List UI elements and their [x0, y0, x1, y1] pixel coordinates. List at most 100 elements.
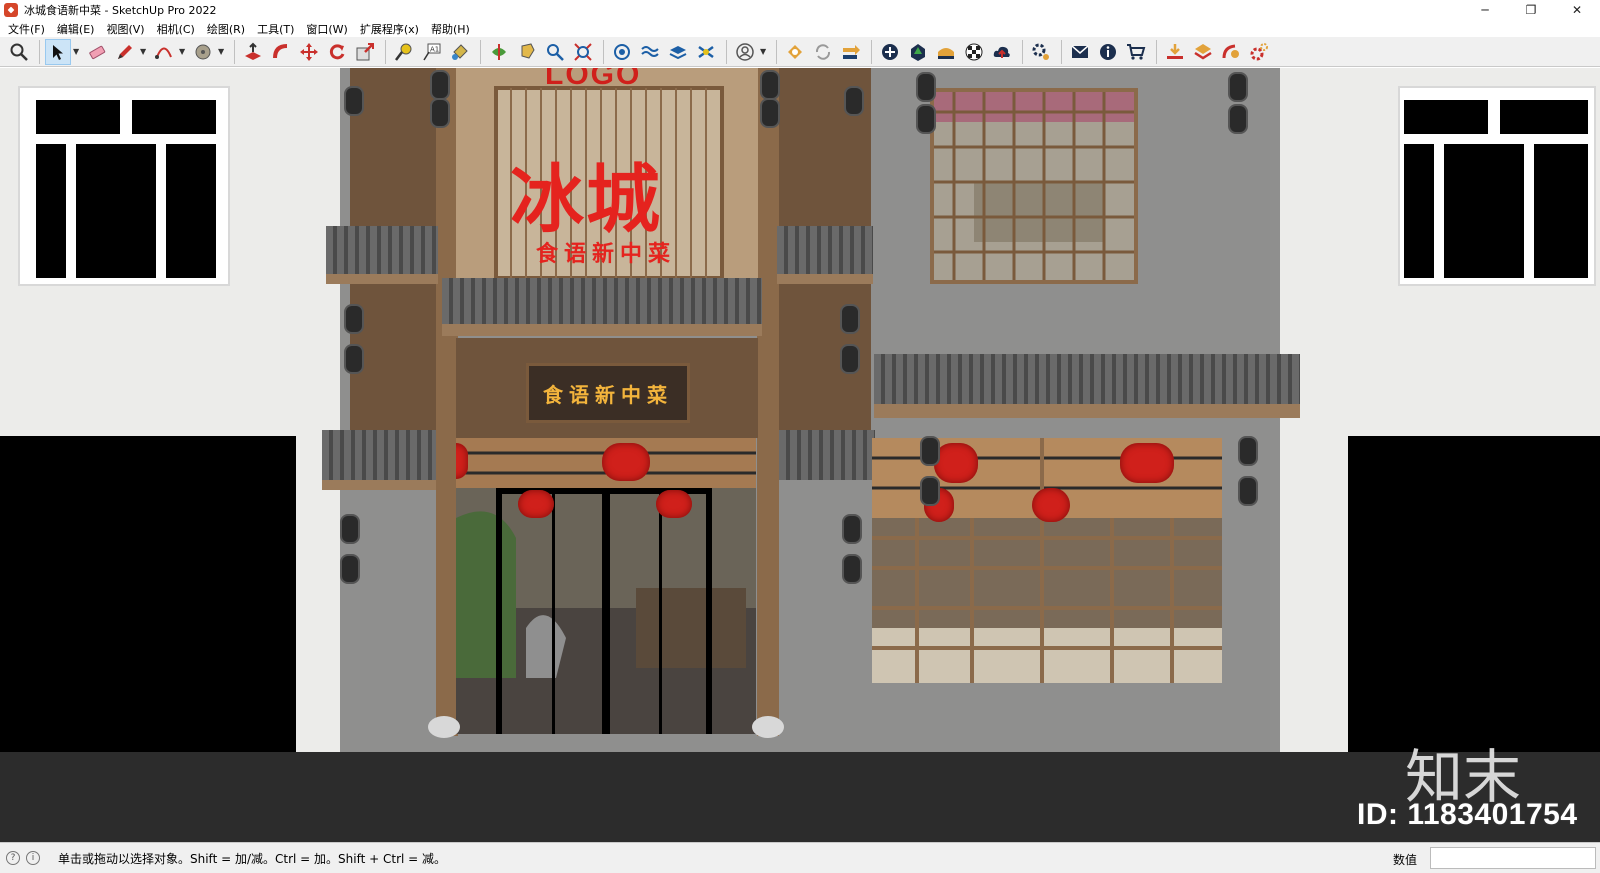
- pencil-dropdown[interactable]: ▼: [140, 39, 148, 65]
- red-lantern: [656, 490, 692, 518]
- menu-tools[interactable]: 工具(T): [251, 21, 300, 37]
- select-button[interactable]: [45, 38, 71, 65]
- zoom-window-button[interactable]: [570, 39, 596, 65]
- restore-button[interactable]: ❐: [1508, 0, 1554, 20]
- arc-dropdown[interactable]: ▼: [179, 39, 187, 65]
- select-dropdown[interactable]: ▼: [73, 39, 81, 65]
- section-icon: [614, 43, 630, 60]
- rotate-icon: [329, 43, 345, 59]
- door-frame: [496, 488, 502, 734]
- scale-button[interactable]: [352, 39, 378, 65]
- export-button[interactable]: [838, 39, 864, 65]
- toolbar-separator: [39, 39, 40, 64]
- move-button[interactable]: [296, 39, 322, 65]
- wicker-lantern: [344, 344, 364, 374]
- menu-extensions[interactable]: 扩展程序(x): [354, 21, 425, 37]
- checker-icon: [965, 43, 983, 60]
- wicker-lantern: [916, 104, 936, 134]
- wicker-lantern: [344, 86, 364, 116]
- roof-center-eave: [442, 324, 762, 336]
- model-viewport[interactable]: LOGO 冰城 食语新中菜 食语新中菜 知末 ID: 1183401754: [0, 68, 1600, 842]
- roof-upper-right-eave: [777, 274, 873, 284]
- tree-button[interactable]: [905, 39, 931, 65]
- account-dropdown[interactable]: ▼: [760, 39, 768, 65]
- close-button[interactable]: ✕: [1554, 0, 1600, 20]
- toolbar-separator: [1061, 39, 1062, 64]
- download-icon: [1167, 43, 1183, 59]
- svg-text:A1: A1: [430, 45, 439, 53]
- wicker-lantern: [340, 514, 360, 544]
- upload-icon: [993, 46, 1010, 58]
- cart-button[interactable]: [1123, 39, 1149, 65]
- menu-file[interactable]: 文件(F): [2, 21, 51, 37]
- settings-button[interactable]: [1028, 39, 1054, 65]
- toolbar-separator: [1022, 39, 1023, 64]
- building-button[interactable]: [933, 39, 959, 65]
- account-button[interactable]: [732, 39, 758, 65]
- component-icon: [1194, 43, 1212, 59]
- extension-warehouse-button[interactable]: [782, 39, 808, 65]
- window-pane: [1534, 144, 1588, 278]
- window-pane: [132, 100, 216, 134]
- menu-window[interactable]: 窗口(W): [300, 21, 353, 37]
- door-frame: [552, 494, 555, 734]
- push-pull-button[interactable]: [240, 39, 266, 65]
- walk-button[interactable]: [514, 39, 540, 65]
- offset-dropdown[interactable]: ▼: [218, 39, 226, 65]
- door-frame: [659, 494, 662, 734]
- export-icon: [843, 44, 860, 59]
- rotate-button[interactable]: [324, 39, 350, 65]
- wicker-lantern: [430, 70, 450, 100]
- add-button[interactable]: [877, 39, 903, 65]
- window-pane: [1500, 100, 1588, 134]
- tags-button[interactable]: [693, 39, 719, 65]
- minimize-button[interactable]: ─: [1462, 0, 1508, 20]
- arc-button[interactable]: [151, 39, 177, 65]
- mail-button[interactable]: [1067, 39, 1093, 65]
- component-button[interactable]: [1190, 39, 1216, 65]
- follow-me-button[interactable]: [268, 39, 294, 65]
- text-button[interactable]: A1: [419, 39, 445, 65]
- toolbar-separator: [776, 39, 777, 64]
- credits-icon[interactable]: i: [26, 851, 40, 865]
- entrance-sign-board: 食语新中菜: [526, 363, 690, 423]
- checker-button[interactable]: [961, 39, 987, 65]
- menu-help[interactable]: 帮助(H): [425, 21, 476, 37]
- watermark-id: ID: 1183401754: [1357, 798, 1578, 831]
- wicker-lantern: [840, 344, 860, 374]
- door-frame: [706, 488, 712, 734]
- info-button[interactable]: [1095, 39, 1121, 65]
- mail-icon: [1071, 44, 1089, 58]
- window-pane: [1404, 144, 1434, 278]
- zoom-extents-button[interactable]: [6, 39, 32, 65]
- menu-edit[interactable]: 编辑(E): [51, 21, 101, 37]
- wicker-lantern: [760, 70, 780, 100]
- sync-button[interactable]: [810, 39, 836, 65]
- zoom-button[interactable]: [542, 39, 568, 65]
- geo-location-icon[interactable]: ?: [6, 851, 20, 865]
- sandbox-button[interactable]: [637, 39, 663, 65]
- wicker-lantern: [760, 98, 780, 128]
- layers-button[interactable]: [665, 39, 691, 65]
- menu-camera[interactable]: 相机(C): [151, 21, 201, 37]
- paint-button[interactable]: [447, 39, 473, 65]
- orbit-button[interactable]: [486, 39, 512, 65]
- upload-button[interactable]: [989, 39, 1015, 65]
- menu-draw[interactable]: 绘图(R): [201, 21, 251, 37]
- offset-button[interactable]: [190, 39, 216, 65]
- plugin-button[interactable]: [1218, 39, 1244, 65]
- title-bar: 冰城食语新中菜 - SketchUp Pro 2022 ─ ❐ ✕: [0, 0, 1600, 20]
- pencil-button[interactable]: [112, 39, 138, 65]
- section-button[interactable]: [609, 39, 635, 65]
- measurements-input[interactable]: [1430, 847, 1596, 869]
- roof-shop-window-eave: [874, 404, 1300, 418]
- zoom-extents-icon: [10, 43, 28, 61]
- gear-button[interactable]: [1246, 39, 1272, 65]
- menu-view[interactable]: 视图(V): [100, 21, 150, 37]
- download-button[interactable]: [1162, 39, 1188, 65]
- right-lower-opening: [1348, 436, 1600, 754]
- red-lantern: [1032, 488, 1070, 522]
- eraser-button[interactable]: [84, 39, 110, 65]
- tape-measure-button[interactable]: [391, 39, 417, 65]
- wicker-lantern: [840, 304, 860, 334]
